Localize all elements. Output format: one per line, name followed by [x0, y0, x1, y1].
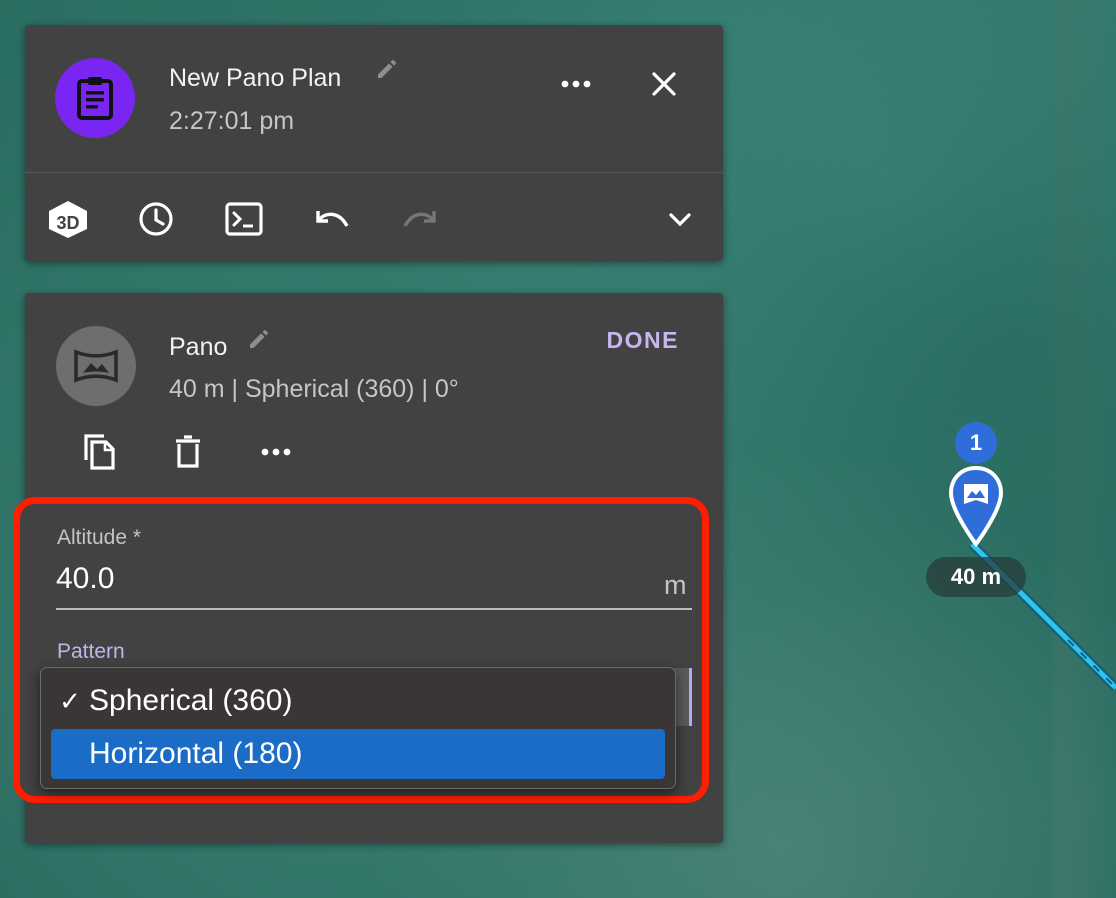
option-label: Spherical (360) [89, 684, 293, 717]
checkmark-icon: ✓ [59, 685, 81, 716]
3d-view-icon: 3D [49, 201, 87, 238]
redo-button[interactable] [396, 195, 444, 243]
option-label: Horizontal (180) [89, 737, 303, 770]
waypoint-pin-icon[interactable] [948, 466, 1004, 550]
history-icon [139, 202, 173, 236]
delete-button[interactable] [164, 428, 212, 476]
clipboard-icon [77, 77, 113, 120]
plan-avatar [55, 58, 135, 138]
plan-more-button[interactable] [552, 60, 600, 108]
console-button[interactable] [220, 195, 268, 243]
more-horizontal-icon [261, 448, 291, 456]
undo-button[interactable] [308, 195, 356, 243]
action-summary: 40 m | Spherical (360) | 0° [169, 375, 459, 403]
waypoint-altitude-badge: 40 m [926, 557, 1026, 597]
plan-card: New Pano Plan 2:27:01 pm 3D [25, 25, 723, 261]
altitude-underline [56, 608, 692, 610]
panorama-icon [74, 349, 118, 383]
plan-title: New Pano Plan [169, 64, 342, 92]
duplicate-button[interactable] [75, 428, 123, 476]
terminal-icon [225, 202, 263, 236]
altitude-unit: m [664, 570, 687, 600]
edit-plan-name-button[interactable] [365, 47, 409, 91]
svg-text:3D: 3D [56, 213, 79, 233]
more-horizontal-icon [561, 80, 591, 88]
close-plan-button[interactable] [640, 60, 688, 108]
pattern-option-horizontal[interactable]: Horizontal (180) [51, 729, 665, 779]
waypoint-number-badge[interactable]: 1 [955, 422, 997, 464]
redo-icon [403, 211, 436, 227]
done-button[interactable]: DONE [607, 327, 679, 354]
pano-avatar [56, 326, 136, 406]
undo-icon [316, 211, 349, 227]
3d-view-button[interactable]: 3D [44, 195, 92, 243]
altitude-label: Altitude * [57, 526, 142, 549]
plan-time: 2:27:01 pm [169, 107, 295, 135]
history-button[interactable] [132, 195, 180, 243]
action-title: Pano [169, 333, 228, 361]
pencil-icon [250, 330, 268, 348]
chevron-down-icon [669, 213, 691, 227]
copy-icon [84, 434, 115, 470]
close-icon [652, 72, 676, 96]
expand-plan-button[interactable] [656, 195, 704, 243]
pencil-icon [378, 60, 396, 78]
action-more-button[interactable] [252, 428, 300, 476]
plan-card-divider [25, 172, 723, 173]
trash-icon [176, 435, 200, 468]
pattern-dropdown: ✓ Spherical (360) Horizontal (180) [40, 667, 676, 789]
pattern-label: Pattern [57, 640, 125, 663]
pattern-option-spherical[interactable]: ✓ Spherical (360) [51, 676, 665, 726]
edit-action-name-button[interactable] [237, 317, 281, 361]
altitude-input[interactable]: 40.0 [56, 562, 114, 596]
